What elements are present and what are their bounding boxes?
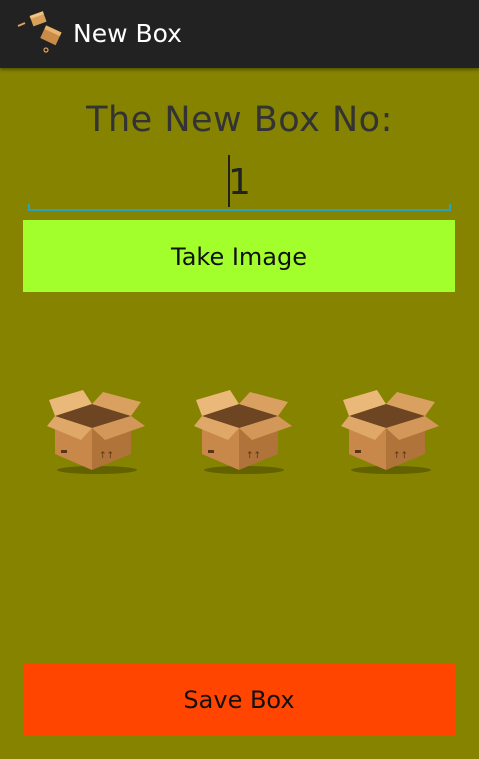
svg-text:↑↑: ↑↑: [393, 451, 408, 461]
app-title: New Box: [73, 19, 182, 48]
cardboard-box-icon: ↑↑: [341, 390, 439, 474]
svg-text:↑↑: ↑↑: [99, 451, 114, 461]
svg-text:↑↑: ↑↑: [246, 451, 261, 461]
input-underline: [28, 204, 451, 211]
take-image-button[interactable]: Take Image: [23, 220, 455, 292]
box-number-input[interactable]: [28, 150, 451, 214]
save-box-button[interactable]: Save Box: [23, 663, 455, 735]
cardboard-box-icon: ↑↑: [194, 390, 292, 474]
cardboard-box-icon: ↑↑: [47, 390, 145, 474]
page-heading: The New Box No:: [86, 100, 393, 140]
text-cursor: [228, 155, 230, 207]
box-app-icon[interactable]: [16, 10, 66, 54]
action-bar: New Box: [0, 0, 479, 68]
